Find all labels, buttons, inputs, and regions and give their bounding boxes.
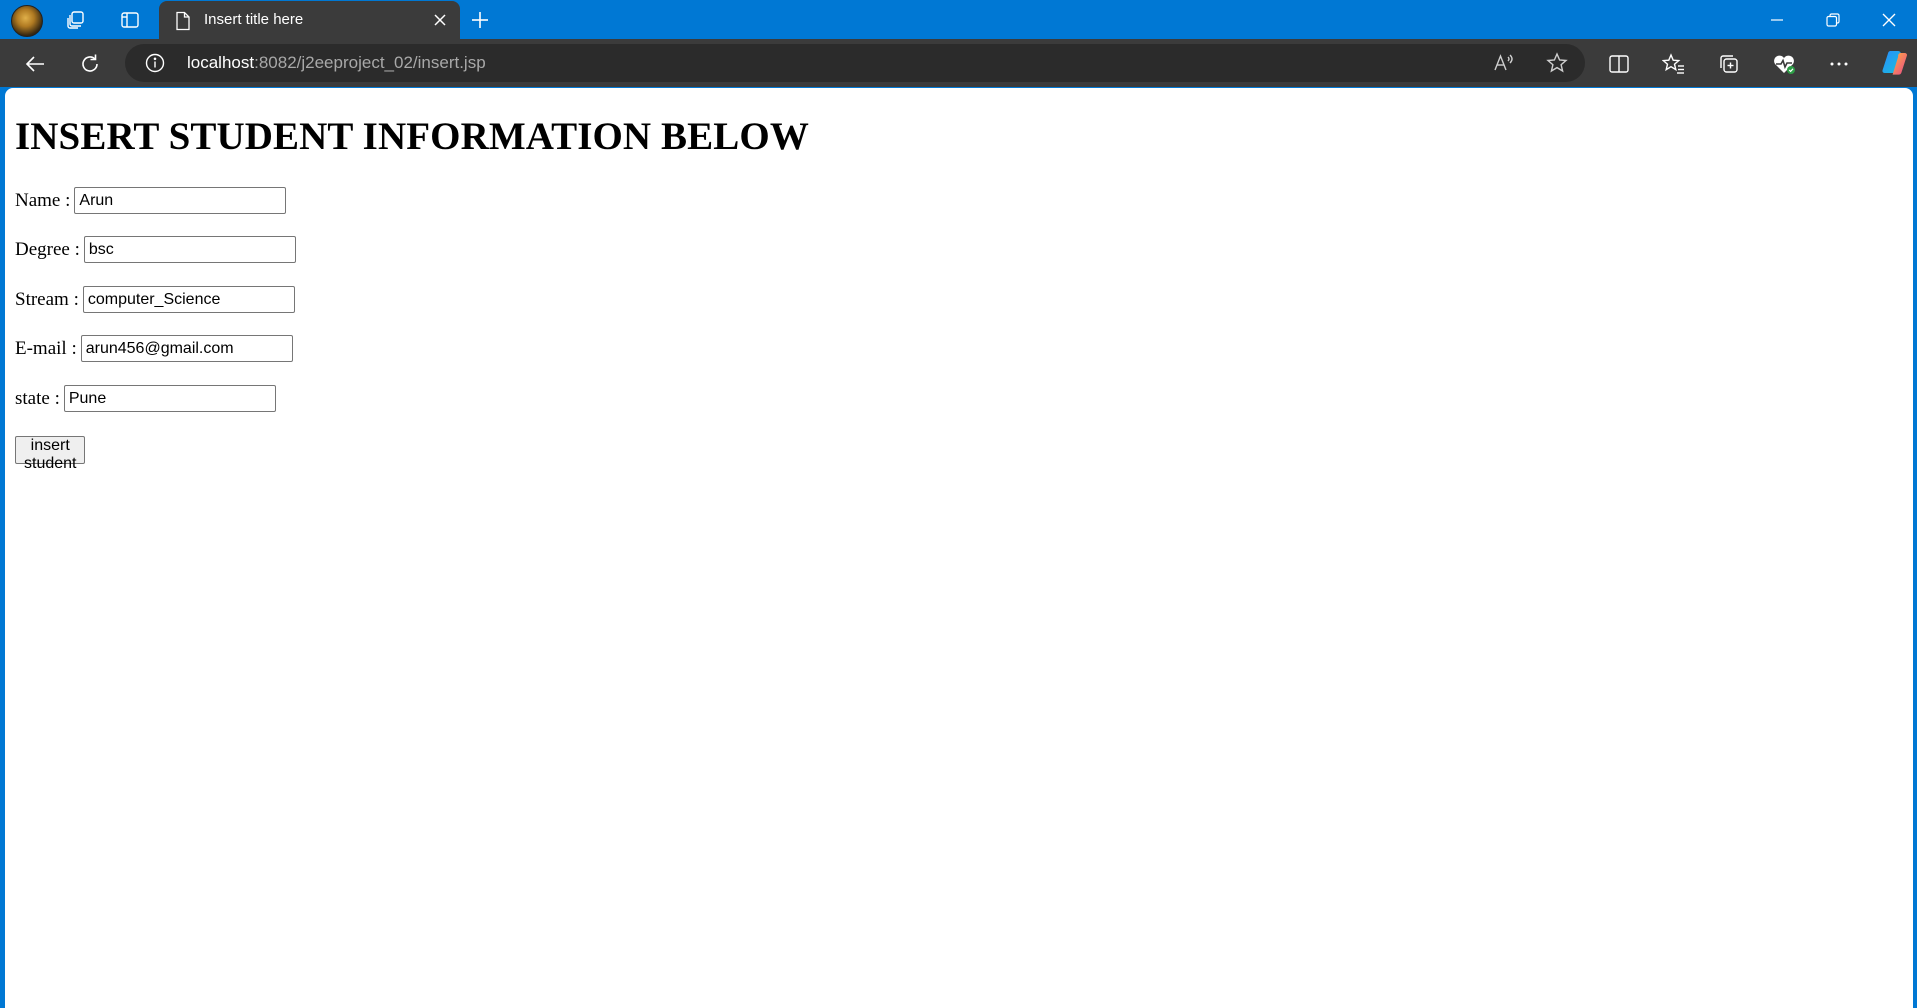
more-icon[interactable] (1826, 51, 1852, 77)
restore-icon[interactable] (1805, 0, 1861, 39)
close-icon[interactable] (430, 10, 450, 30)
split-screen-icon[interactable] (1606, 51, 1632, 77)
plus-icon[interactable] (468, 8, 492, 32)
email-input[interactable] (80, 335, 293, 362)
name-row: Name : (15, 187, 287, 214)
tab-title: Insert title here (204, 11, 304, 28)
collections-icon[interactable] (1716, 51, 1742, 77)
profile-avatar[interactable] (11, 5, 43, 37)
url-text[interactable]: localhost:8082/j2eeproject_02/insert.jsp (187, 53, 486, 73)
degree-label: Degree : (15, 238, 80, 260)
refresh-icon[interactable] (77, 51, 103, 77)
vertical-tabs-icon[interactable] (118, 8, 142, 32)
copilot-icon[interactable] (1879, 48, 1911, 78)
state-input[interactable] (63, 385, 276, 412)
page-viewport: INSERT STUDENT INFORMATION BELOW Name : … (5, 88, 1913, 1008)
degree-input[interactable] (83, 236, 296, 263)
url-host: localhost (187, 53, 255, 72)
state-row: state : (15, 385, 276, 412)
email-label: E-mail : (15, 337, 77, 359)
insert-student-button[interactable]: insert student (15, 436, 86, 472)
stream-input[interactable] (82, 286, 295, 313)
name-input[interactable] (74, 187, 287, 214)
favorites-icon[interactable] (1661, 51, 1687, 77)
window-close-icon[interactable] (1861, 0, 1917, 39)
page-heading: INSERT STUDENT INFORMATION BELOW (15, 115, 809, 158)
active-tab[interactable]: Insert title here (159, 1, 460, 39)
state-label: state : (15, 387, 60, 409)
email-row: E-mail : (15, 335, 293, 362)
degree-row: Degree : (15, 236, 296, 263)
stream-label: Stream : (15, 288, 79, 310)
read-aloud-icon[interactable] (1492, 52, 1514, 74)
name-label: Name : (15, 189, 71, 211)
workspaces-icon[interactable] (64, 8, 88, 32)
url-path: :8082/j2eeproject_02/insert.jsp (254, 53, 486, 72)
browser-essentials-icon[interactable] (1771, 51, 1797, 77)
browser-toolbar: localhost:8082/j2eeproject_02/insert.jsp (0, 39, 1917, 87)
minimize-icon[interactable] (1749, 0, 1805, 39)
address-bar[interactable]: localhost:8082/j2eeproject_02/insert.jsp (125, 44, 1585, 82)
title-bar: Insert title here (0, 0, 1917, 39)
star-icon[interactable] (1546, 52, 1568, 74)
stream-row: Stream : (15, 286, 295, 313)
info-icon[interactable] (145, 53, 165, 73)
back-icon[interactable] (22, 51, 48, 77)
page-icon (176, 11, 190, 31)
